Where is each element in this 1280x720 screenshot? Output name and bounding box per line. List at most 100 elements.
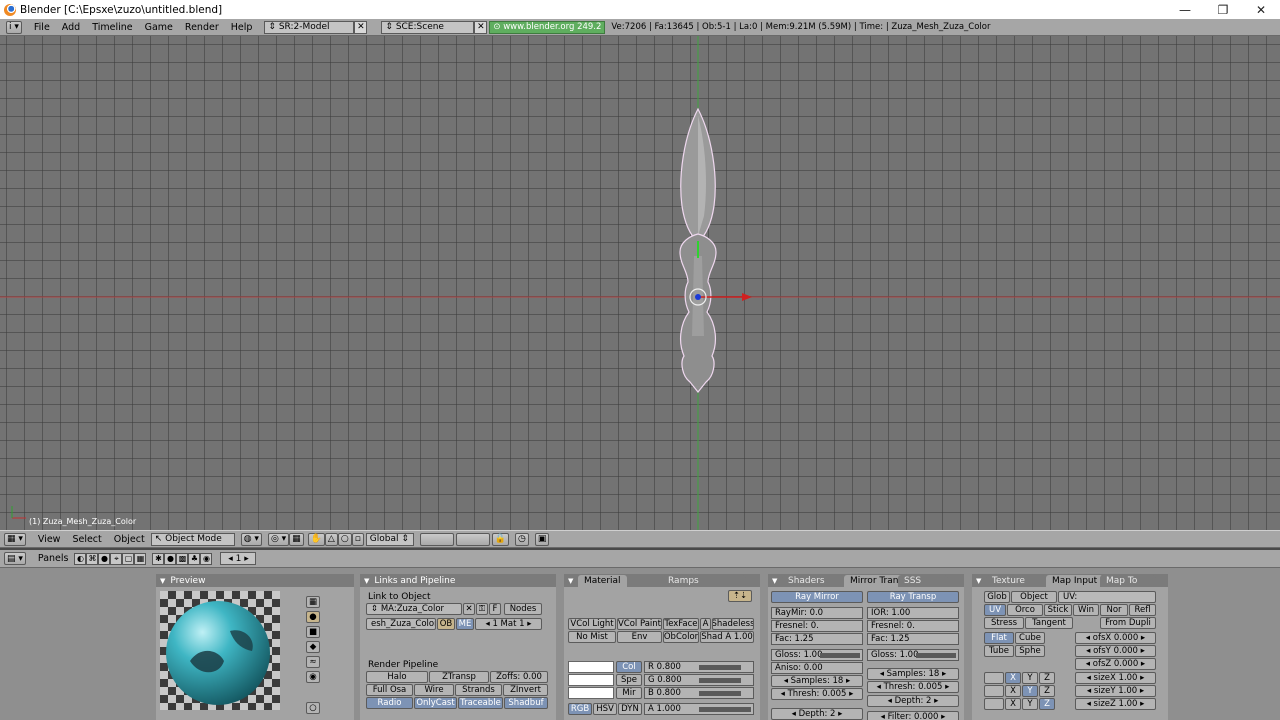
sizey-field[interactable]: ◂ sizeY 1.00 ▸ [1075,685,1156,697]
radio-button[interactable]: Radio [366,697,413,709]
mapx-x-button[interactable]: X [1005,672,1021,684]
ior-slider[interactable]: IOR: 1.00 [867,607,959,619]
onlycast-button[interactable]: OnlyCast [414,697,457,709]
mirror-thresh-field[interactable]: ◂ Thresh: 0.005 ▸ [771,688,863,700]
stress-button[interactable]: Stress [984,617,1024,629]
mapx-z-button[interactable]: Z [1039,672,1055,684]
wire-button[interactable]: Wire [414,684,454,696]
logic-icon[interactable]: ◐ [74,552,87,565]
mir-button[interactable]: Mir [616,687,642,699]
me-link-button[interactable]: ME [456,618,474,630]
orco-button[interactable]: Orco [1007,604,1043,616]
material-name-field[interactable]: ⇕ MA:Zuza_Color [366,603,462,615]
texface-button[interactable]: TexFace [663,618,699,630]
ofsx-field[interactable]: ◂ ofsX 0.000 ▸ [1075,632,1156,644]
ray-transp-button[interactable]: Ray Transp [867,591,959,603]
tab-map-input[interactable]: Map Input [1046,575,1104,587]
minimize-button[interactable]: — [1166,0,1204,19]
blue-slider[interactable]: B 0.800 [644,687,754,699]
traceable-button[interactable]: Traceable [458,697,503,709]
view-editor-type-icon[interactable]: ▦ ▾ [4,532,26,546]
mapz-x-button[interactable]: X [1005,698,1021,710]
copy-paste-material-icon[interactable]: ⇡⇣ [728,590,752,602]
sizex-field[interactable]: ◂ sizeX 1.00 ▸ [1075,672,1156,684]
layers-row-1[interactable] [419,532,454,546]
scene-selector[interactable]: ⇕ SCE:Scene [381,20,475,34]
render-icon[interactable]: ▣ [534,532,550,546]
stick-button[interactable]: Stick [1044,604,1072,616]
glob-button[interactable]: Glob [984,591,1010,603]
draw-type-selector[interactable]: ◍ ▾ [240,532,262,546]
menu-view[interactable]: View [32,534,67,545]
vcol-paint-button[interactable]: VCol Paint [617,618,662,630]
object-icon[interactable]: ⌖ [110,552,123,565]
material-icon[interactable]: ● [164,552,177,565]
fake-user-icon[interactable]: ⚿ [476,603,488,615]
menu-timeline[interactable]: Timeline [86,22,138,33]
mapy-x-button[interactable]: X [1005,685,1021,697]
tangent-button[interactable]: Tangent [1025,617,1073,629]
unlink-material-icon[interactable]: ✕ [463,603,475,615]
preview-sky-button[interactable]: ◉ [306,671,320,683]
lock-icon[interactable]: 🔒 [491,532,510,546]
mir-swatch[interactable] [568,687,614,699]
flat-button[interactable]: Flat [984,632,1014,644]
preview-sphere-button[interactable]: ● [306,611,320,623]
tab-map-to[interactable]: Map To [1100,575,1156,587]
preview-cube-button[interactable]: ■ [306,626,320,638]
shading-icon[interactable]: ● [98,552,111,565]
win-button[interactable]: Win [1073,604,1099,616]
material-f-button[interactable]: F [489,603,501,615]
rotate-icon[interactable]: ○ [337,532,352,546]
tab-texture[interactable]: Texture [986,575,1046,587]
mapz-z-button[interactable]: Z [1039,698,1055,710]
rgb-button[interactable]: RGB [568,703,592,715]
preview-panel-title[interactable]: ▼ Preview [156,574,354,587]
scene-icon[interactable]: ▦ [134,552,147,565]
green-slider[interactable]: G 0.800 [644,674,754,686]
sizez-field[interactable]: ◂ sizeZ 1.00 ▸ [1075,698,1156,710]
dyn-button[interactable]: DYN [618,703,642,715]
3d-viewport[interactable]: (1) Zuza_Mesh_Zuza_Color [0,36,1280,530]
halo-button[interactable]: Halo [366,671,428,683]
shad-a-field[interactable]: Shad A 1.00 [700,631,754,643]
frame-field[interactable]: ◂ 1 ▸ [220,552,257,565]
mesh-name-field[interactable]: esh_Zuza_Color [366,618,436,630]
delete-screen-icon[interactable]: ✕ [354,20,368,34]
shadbuf-button[interactable]: Shadbuf [504,697,548,709]
transp-samples-field[interactable]: ◂ Samples: 18 ▸ [867,668,959,680]
spe-button[interactable]: Spe [616,674,642,686]
zoffs-field[interactable]: Zoffs: 0.00 [490,671,548,683]
mapy-y-button[interactable]: Y [1022,685,1038,697]
red-slider[interactable]: R 0.800 [644,661,754,673]
ztransp-button[interactable]: ZTransp [429,671,489,683]
texture-icon[interactable]: ▩ [176,552,189,565]
mapy-z-button[interactable]: Z [1039,685,1055,697]
alpha-slider[interactable]: A 1.000 [644,703,754,715]
strands-button[interactable]: Strands [455,684,502,696]
shadeless-button[interactable]: Shadeless [712,618,754,630]
close-button[interactable]: ✕ [1242,0,1280,19]
mirror-fac-slider[interactable]: Fac: 1.25 [771,633,863,645]
render-preview-icon[interactable]: ◷ [515,532,529,546]
scale-icon[interactable]: ▫ [351,532,364,546]
manipulator-hand-icon[interactable]: ✋ [307,532,325,546]
transp-fac-slider[interactable]: Fac: 1.25 [867,633,959,645]
mirror-samples-field[interactable]: ◂ Samples: 18 ▸ [771,675,863,687]
full-osa-button[interactable]: Full Osa [366,684,413,696]
maximize-button[interactable]: ❐ [1204,0,1242,19]
layers-row-2[interactable] [455,532,490,546]
tube-button[interactable]: Tube [984,645,1014,657]
menu-file[interactable]: File [28,22,56,33]
screen-selector[interactable]: ⇕ SR:2-Model [264,20,355,34]
mapx-y-button[interactable]: Y [1022,672,1038,684]
no-mist-button[interactable]: No Mist [568,631,616,643]
aniso-slider[interactable]: Aniso: 0.00 [771,662,863,674]
tab-sss[interactable]: SSS [898,575,948,587]
mirror-fresnel-slider[interactable]: Fresnel: 0. [771,620,863,632]
transp-filter-field[interactable]: ◂ Filter: 0.000 ▸ [867,711,959,720]
mapz-none-button[interactable] [984,698,1004,710]
panels-menu[interactable]: Panels [32,553,75,564]
preview-monkey-button[interactable]: ◆ [306,641,320,653]
mapx-none-button[interactable] [984,672,1004,684]
